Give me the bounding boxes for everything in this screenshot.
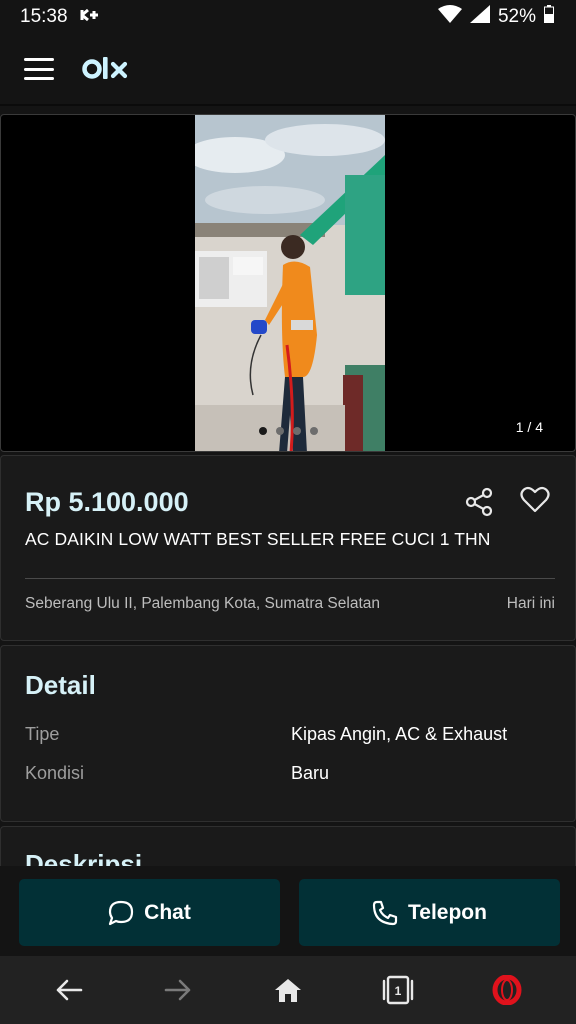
battery-icon — [544, 5, 554, 29]
detail-value-condition: Baru — [291, 763, 330, 783]
arrow-right-icon — [165, 979, 191, 1001]
gallery-pagination — [259, 427, 318, 435]
home-icon — [274, 979, 301, 1002]
menu-icon-line — [24, 67, 54, 71]
photo-gallery[interactable]: 1 / 4 — [0, 114, 576, 452]
opera-logo-icon — [492, 975, 522, 1005]
back-button[interactable] — [39, 960, 99, 1020]
signal-icon — [469, 5, 490, 29]
listing-price: Rp 5.100.000 — [25, 487, 189, 517]
forward-button[interactable] — [148, 960, 208, 1020]
heart-icon — [520, 486, 550, 513]
app-notification-icon — [80, 6, 100, 28]
detail-card: Detail Tipe Kipas Angin, AC & Exhaust Ko… — [0, 645, 576, 822]
battery-percent: 52% — [497, 6, 536, 27]
browser-nav-bar: 1 — [0, 956, 576, 1024]
arrow-left-icon — [56, 979, 83, 1001]
olx-logo-icon — [82, 57, 128, 79]
status-bar: 15:38 52% — [0, 0, 576, 34]
call-button[interactable]: Telepon — [299, 879, 560, 946]
status-time: 15:38 — [20, 6, 68, 27]
listing-summary-card: Rp 5.100.000 AC DAIKIN LOW WATT BEST SEL… — [0, 455, 576, 641]
gallery-counter: 1 / 4 — [515, 419, 543, 435]
menu-icon-line — [24, 77, 54, 80]
share-button[interactable] — [461, 484, 497, 520]
detail-value-type: Kipas Angin, AC & Exhaust — [291, 724, 508, 744]
pagination-dot[interactable] — [259, 427, 267, 435]
listing-photo — [195, 115, 385, 451]
chat-button[interactable]: Chat — [19, 879, 280, 946]
status-right: 52% — [437, 5, 554, 29]
tabs-count: 1 — [394, 984, 401, 998]
tabs-icon: 1 — [382, 975, 413, 1005]
divider — [25, 578, 555, 579]
menu-button[interactable] — [24, 58, 54, 80]
detail-label-type: Tipe — [25, 724, 60, 744]
listing-title: AC DAIKIN LOW WATT BEST SELLER FREE CUCI… — [25, 529, 491, 549]
action-bar: Chat Telepon — [0, 866, 576, 956]
detail-heading: Detail — [25, 670, 96, 700]
listing-date: Hari ini — [506, 595, 555, 612]
share-icon — [465, 487, 493, 517]
olx-logo[interactable] — [82, 56, 130, 82]
pagination-dot[interactable] — [276, 427, 284, 435]
pagination-dot[interactable] — [293, 427, 301, 435]
phone-icon — [372, 900, 398, 925]
menu-icon-line — [24, 58, 54, 61]
chat-icon — [109, 900, 134, 925]
detail-label-condition: Kondisi — [25, 763, 85, 783]
tabs-button[interactable]: 1 — [368, 960, 428, 1020]
pagination-dot[interactable] — [310, 427, 318, 435]
call-label: Telepon — [408, 900, 487, 924]
app-bar — [0, 34, 576, 106]
favorite-button[interactable] — [517, 482, 553, 518]
opera-menu-button[interactable] — [477, 960, 537, 1020]
chat-label: Chat — [144, 900, 191, 924]
home-button[interactable] — [258, 960, 318, 1020]
listing-location: Seberang Ulu II, Palembang Kota, Sumatra… — [25, 595, 380, 612]
status-left: 15:38 — [20, 6, 100, 28]
wifi-icon — [437, 5, 462, 29]
